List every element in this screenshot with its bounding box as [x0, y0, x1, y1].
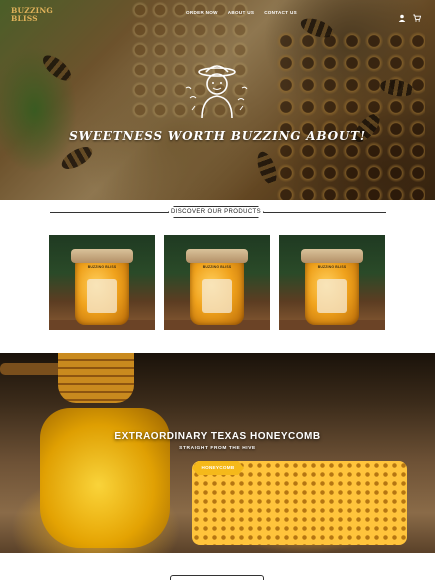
jar-label-text: BUZZING BLISS: [317, 265, 347, 269]
jar-lid: [186, 249, 248, 263]
user-icon[interactable]: [398, 9, 406, 22]
beekeeper-emblem: [182, 58, 252, 122]
products-heading: DISCOVER OUR PRODUCTS: [50, 206, 386, 218]
jar-lid: [71, 249, 133, 263]
product-card[interactable]: BUZZING BLISS: [49, 235, 155, 330]
product-card[interactable]: BUZZING BLISS: [164, 235, 270, 330]
honey-dipper-image: [58, 353, 134, 403]
honeycomb-button[interactable]: HONEYCOMB: [192, 461, 244, 475]
header-icons: [398, 9, 422, 22]
jar-label-text: BUZZING BLISS: [202, 265, 232, 269]
banner-subtitle: STRAIGHT FROM THE HIVE: [179, 446, 256, 451]
next-section-heading: [170, 575, 264, 580]
hero-tagline: SWEETNESS WORTH BUZZING ABOUT!: [69, 129, 366, 143]
jar-label: [317, 279, 347, 313]
nav-contact-us[interactable]: CONTACT US: [264, 10, 297, 15]
jar-label: [202, 279, 232, 313]
brand-logo[interactable]: BUZZING BLISS: [11, 7, 53, 23]
jar-lid: [301, 249, 363, 263]
product-grid: BUZZING BLISS BUZZING BLISS BUZZING BLIS…: [49, 235, 386, 330]
jar-label-text: BUZZING BLISS: [87, 265, 117, 269]
main-nav: ORDER NOW ABOUT US CONTACT US: [186, 10, 297, 15]
cart-icon[interactable]: [413, 9, 422, 22]
hero-section: BUZZING BLISS ORDER NOW ABOUT US CONTACT…: [0, 0, 435, 200]
product-card[interactable]: BUZZING BLISS: [279, 235, 385, 330]
honey-jar-image: [40, 408, 170, 548]
nav-order-now[interactable]: ORDER NOW: [186, 10, 218, 15]
banner-title: EXTRAORDINARY TEXAS HONEYCOMB: [114, 431, 321, 442]
nav-about-us[interactable]: ABOUT US: [228, 10, 254, 15]
honeycomb-banner: EXTRAORDINARY TEXAS HONEYCOMB STRAIGHT F…: [0, 353, 435, 553]
jar-label: [87, 279, 117, 313]
section-title: DISCOVER OUR PRODUCTS: [168, 206, 264, 218]
